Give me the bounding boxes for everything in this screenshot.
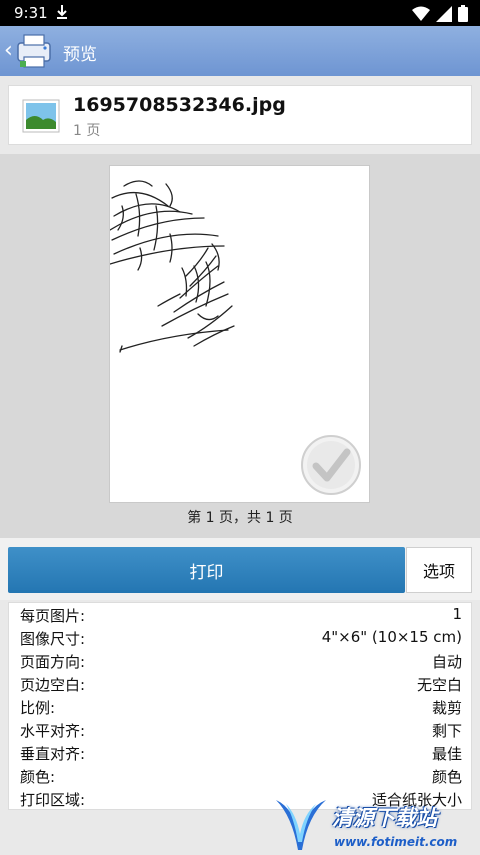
setting-value: 颜色	[431, 768, 462, 786]
page-indicator: 第 1 页，共 1 页	[187, 510, 293, 526]
setting-orientation[interactable]: 页面方向: 自动	[9, 649, 473, 672]
image-thumbnail-icon	[22, 99, 60, 133]
setting-label: 垂直对齐:	[20, 745, 86, 763]
print-settings-list: 每页图片: 1 图像尺寸: 4"×6" (10×15 cm) 页面方向: 自动 …	[8, 602, 472, 810]
setting-images-per-page[interactable]: 每页图片: 1	[9, 603, 473, 626]
setting-color[interactable]: 颜色: 颜色	[9, 764, 473, 787]
file-card: 1695708532346.jpg 1 页	[8, 85, 472, 145]
setting-label: 图像尺寸:	[20, 630, 86, 648]
download-icon	[57, 5, 67, 19]
watermark: 清源下载站 www.fotimeit.com	[272, 792, 472, 854]
app-bar: ‹ 预览	[0, 26, 480, 76]
setting-image-size[interactable]: 图像尺寸: 4"×6" (10×15 cm)	[9, 626, 473, 649]
watermark-text: 清源下载站	[332, 806, 437, 830]
file-name: 1695708532346.jpg	[73, 94, 286, 116]
setting-horizontal-align[interactable]: 水平对齐: 剩下	[9, 718, 473, 741]
setting-value: 最佳	[431, 745, 462, 763]
setting-value: 裁剪	[431, 699, 462, 717]
setting-label: 每页图片:	[20, 607, 86, 625]
setting-value: 自动	[431, 653, 462, 671]
watermark-logo-icon	[276, 800, 326, 850]
setting-value: 4"×6" (10×15 cm)	[321, 628, 462, 646]
battery-icon	[458, 5, 468, 22]
setting-margins[interactable]: 页边空白: 无空白	[9, 672, 473, 695]
options-button[interactable]: 选项	[406, 547, 472, 593]
paper-preview[interactable]	[109, 165, 370, 503]
setting-value: 1	[452, 605, 462, 623]
setting-label: 页边空白:	[20, 676, 86, 694]
page-title: 预览	[63, 45, 97, 65]
setting-scale[interactable]: 比例: 裁剪	[9, 695, 473, 718]
setting-label: 水平对齐:	[20, 722, 86, 740]
setting-label: 颜色:	[20, 768, 56, 786]
printer-logo-icon[interactable]	[14, 31, 54, 71]
setting-label: 打印区域:	[20, 791, 86, 809]
signal-icon	[436, 5, 452, 22]
print-button[interactable]: 打印	[8, 547, 405, 593]
preview-area: 第 1 页，共 1 页	[0, 154, 480, 538]
file-page-count: 1 页	[73, 123, 101, 139]
setting-value: 无空白	[416, 676, 462, 694]
action-bar: 打印 选项	[0, 538, 480, 600]
back-chevron-icon[interactable]: ‹	[4, 38, 13, 63]
watermark-url: www.fotimeit.com	[334, 835, 458, 849]
status-bar: 9:31	[0, 0, 480, 26]
status-icons	[412, 5, 468, 22]
wifi-icon	[412, 6, 430, 21]
setting-label: 比例:	[20, 699, 56, 717]
setting-value: 剩下	[431, 722, 462, 740]
status-time: 9:31	[14, 4, 48, 22]
setting-vertical-align[interactable]: 垂直对齐: 最佳	[9, 741, 473, 764]
setting-label: 页面方向:	[20, 653, 86, 671]
checkmark-icon[interactable]	[300, 434, 362, 496]
